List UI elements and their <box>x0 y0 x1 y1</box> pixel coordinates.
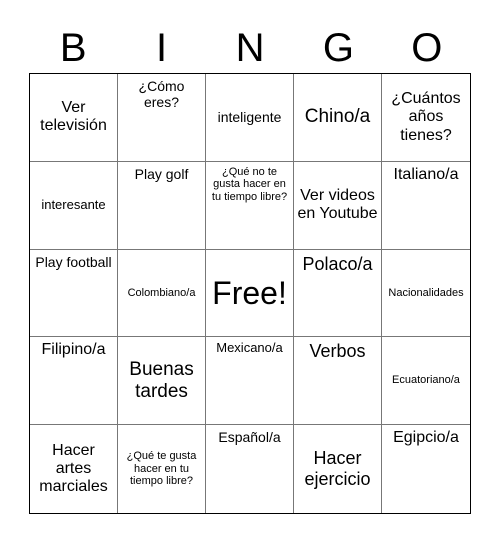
cell-text: Italiano/a <box>393 165 459 183</box>
bingo-cell[interactable]: Ver televisión <box>30 74 118 162</box>
bingo-cell[interactable]: ¿Qué no te gusta hacer en tu tiempo libr… <box>206 161 294 250</box>
cell-text: ¿Qué te gusta hacer en tu tiempo libre? <box>126 450 197 488</box>
bingo-cell[interactable]: Hacer ejercicio <box>294 425 382 513</box>
cell-text: Polaco/a <box>302 253 373 274</box>
cell-text: Español/a <box>218 429 281 446</box>
cell-text: Nacionalidades <box>388 286 464 299</box>
bingo-cell[interactable]: ¿Cuántos años tienes? <box>382 74 470 162</box>
cell-text: Ver videos en Youtube <box>297 186 378 223</box>
header-letter-n: N <box>235 26 265 70</box>
bingo-cell[interactable]: Italiano/a <box>382 162 470 250</box>
bingo-cell[interactable]: Verbos <box>294 337 382 426</box>
cell-text: inteligente <box>217 109 282 126</box>
bingo-grid: Ver televisión ¿Cómo eres? inteligente C… <box>29 73 471 514</box>
cell-text: Play football <box>35 253 112 270</box>
bingo-cell[interactable]: inteligente <box>206 74 294 162</box>
bingo-cell[interactable]: interesante <box>30 161 118 250</box>
cell-text: Hacer artes marciales <box>39 441 108 496</box>
header-letter-o: O <box>411 26 443 70</box>
bingo-cell[interactable]: Egipcio/a <box>382 425 470 513</box>
cell-text: Hacer ejercicio <box>304 448 371 490</box>
bingo-cell[interactable]: Filipino/a <box>30 337 118 426</box>
bingo-cell[interactable]: Polaco/a <box>294 249 382 338</box>
bingo-cell[interactable]: Nacionalidades <box>382 250 470 338</box>
bingo-cell[interactable]: Buenas tardes <box>118 337 206 426</box>
cell-text: Verbos <box>309 341 366 362</box>
bingo-cell[interactable]: Ver videos en Youtube <box>294 161 382 250</box>
bingo-cell[interactable]: Hacer artes marciales <box>30 425 118 513</box>
cell-text: ¿Cómo eres? <box>138 78 185 111</box>
cell-text: Ecuatoriano/a <box>392 374 460 387</box>
cell-text: ¿Qué no te gusta hacer en tu tiempo libr… <box>211 165 288 204</box>
header-letter-b: B <box>59 26 87 70</box>
cell-text: Mexicano/a <box>216 340 283 356</box>
bingo-cell[interactable]: Español/a <box>206 425 294 513</box>
cell-text: Egipcio/a <box>393 429 459 447</box>
cell-text: Buenas tardes <box>129 358 194 402</box>
free-space[interactable]: Free! <box>206 249 294 338</box>
header-letter-i: I <box>156 26 168 70</box>
cell-text: Ver televisión <box>40 99 107 135</box>
bingo-cell[interactable]: ¿Cómo eres? <box>118 74 206 162</box>
cell-text: ¿Cuántos años tienes? <box>391 89 461 144</box>
bingo-cell[interactable]: Ecuatoriano/a <box>382 337 470 426</box>
bingo-cell[interactable]: Mexicano/a <box>206 337 294 426</box>
bingo-cell[interactable]: Play golf <box>118 161 206 250</box>
cell-text: Free! <box>212 274 287 311</box>
cell-text: Filipino/a <box>41 341 106 359</box>
cell-text: Colombiano/a <box>127 286 196 299</box>
bingo-cell[interactable]: Colombiano/a <box>118 249 206 338</box>
cell-text: Chino/a <box>304 106 371 128</box>
cell-text: interesante <box>41 196 106 212</box>
cell-text: Play golf <box>134 165 189 182</box>
bingo-cell[interactable]: Chino/a <box>294 74 382 162</box>
bingo-header: B I N G O <box>29 24 471 72</box>
bingo-cell[interactable]: ¿Qué te gusta hacer en tu tiempo libre? <box>118 425 206 513</box>
header-letter-g: G <box>322 26 354 70</box>
bingo-cell[interactable]: Play football <box>30 249 118 338</box>
